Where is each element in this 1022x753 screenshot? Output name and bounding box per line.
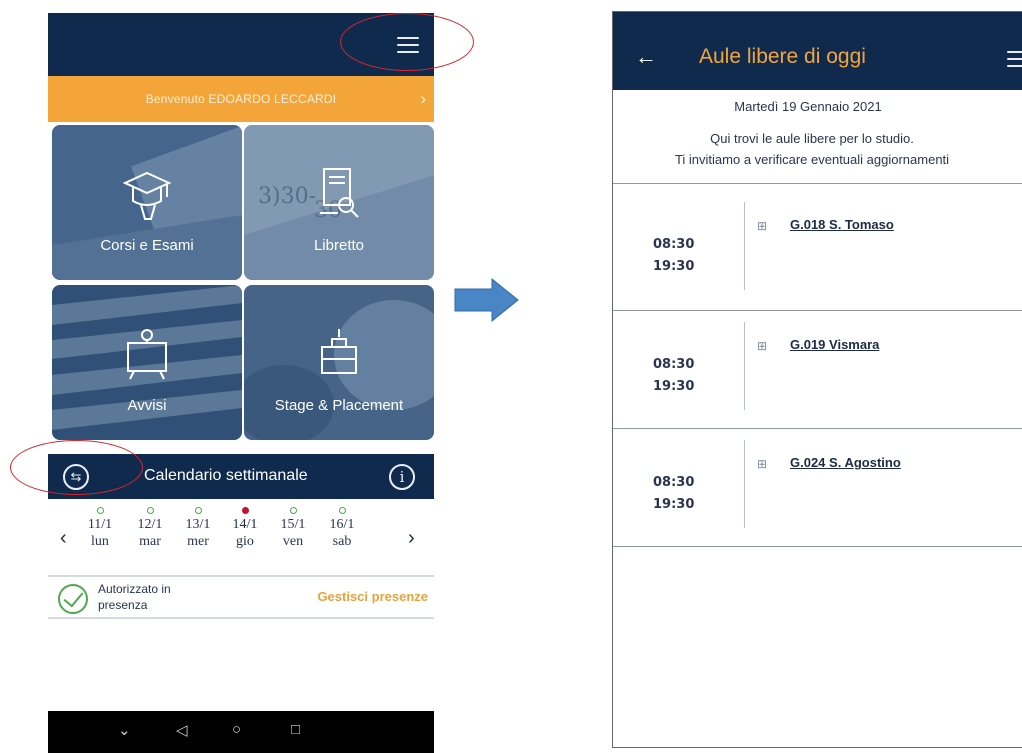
room-start-time: 08:30 [653,357,695,372]
notebook-search-icon [320,168,359,218]
room-times: 08:30 19:30 [653,354,694,398]
divider [744,202,745,290]
day-item[interactable]: 12/1 mar [130,507,170,550]
divider [744,440,745,528]
highlight-ellipse-timetable [10,440,143,495]
home-circle-icon[interactable]: ○ [232,721,241,738]
page-title: Aule libere di oggi [699,45,866,68]
day-name: lun [91,534,109,549]
manage-presence-link[interactable]: Gestisci presenze [317,589,428,604]
classrooms-screen: ← Aule libere di oggi Martedì 19 Gennaio… [612,11,1022,748]
room-row: 08:30 19:30 ⊞ G.019 Vismara [613,312,1022,430]
day-item[interactable]: 13/1 mer [178,507,218,550]
date-text: Martedì 19 Gennaio 2021 [734,99,882,114]
tile-label: Avvisi [127,397,167,414]
flow-arrow-icon [454,278,519,322]
divider [613,183,1022,184]
chevron-right-icon: › [420,89,426,108]
room-row: 08:30 19:30 ⊞ G.024 S. Agostino [613,430,1022,548]
recents-square-icon[interactable]: □ [291,721,300,738]
classroom-icon: ⊞ [757,457,768,471]
presence-row: Autorizzato in presenza Gestisci presenz… [48,575,434,619]
tile-libretto[interactable]: 3)30- 30 Libretto [244,125,434,280]
check-circle-icon [58,584,88,614]
chevron-down-icon[interactable]: ⌄ [118,721,131,739]
room-start-time: 08:30 [653,237,695,252]
home-screen: Benvenuto EDOARDO LECCARDI › Corsi e Esa… [48,13,434,753]
day-status-dot [194,507,202,514]
day-item[interactable]: 15/1 ven [273,507,313,550]
presence-status: Autorizzato in presenza [98,582,171,612]
day-date: 15/1 [280,517,306,532]
room-end-time: 19:30 [653,259,695,274]
info-text: Qui trovi le aule libere per lo studio. [710,131,914,146]
room-row: 08:30 19:30 ⊞ G.018 S. Tomaso [613,192,1022,310]
briefcase-tools-icon [321,329,357,374]
day-status-dot [96,507,104,514]
divider [613,310,1022,311]
tile-label: Stage & Placement [274,397,404,414]
day-item-current[interactable]: 14/1 gio [225,507,265,550]
day-status-dot [338,507,346,514]
tile-label: Libretto [313,237,365,254]
room-link[interactable]: G.019 Vismara [790,337,879,352]
day-item[interactable]: 11/1 lun [80,507,120,550]
highlight-ellipse-menu [340,13,474,71]
room-end-time: 19:30 [653,379,695,394]
chevron-left-icon[interactable]: ‹ [60,527,67,550]
divider [744,322,745,410]
week-days: ‹ 11/1 lun 12/1 mar 13/1 mer 14/1 gio 15… [48,503,434,571]
day-date: 16/1 [329,517,355,532]
day-name: gio [236,534,254,549]
day-date: 12/1 [137,517,163,532]
back-triangle-icon[interactable]: ◁ [176,721,188,739]
info-icon[interactable]: i [389,464,415,490]
classroom-icon: ⊞ [757,339,768,353]
welcome-banner[interactable]: Benvenuto EDOARDO LECCARDI › [48,76,434,122]
day-name: mar [139,534,161,549]
classroom-icon: ⊞ [757,219,768,233]
day-name: mer [187,534,209,549]
room-times: 08:30 19:30 [653,472,694,516]
classrooms-top-bar: ← Aule libere di oggi [613,12,1022,90]
room-link[interactable]: G.018 S. Tomaso [790,217,894,232]
day-name: sab [332,534,352,549]
day-date: 14/1 [232,517,258,532]
back-arrow-icon[interactable]: ← [635,44,657,70]
android-nav-bar: ⌄ ◁ ○ □ [48,711,434,753]
tile-label: Corsi e Esami [100,237,194,254]
divider [613,428,1022,429]
calendar-title: Calendario settimanale [144,467,308,484]
graduation-cap-icon [122,171,172,220]
room-end-time: 19:30 [653,497,695,512]
day-status-dot [289,507,297,514]
divider [613,546,1022,547]
tile-corsi-esami[interactable]: Corsi e Esami [52,125,242,280]
day-name: ven [282,534,304,549]
day-status-dot [241,507,249,514]
info-text: Ti invitiamo a verificare eventuali aggi… [674,152,950,167]
welcome-text: Benvenuto EDOARDO LECCARDI [145,92,337,106]
day-status-dot [146,507,154,514]
tile-stage-placement[interactable]: Stage & Placement [244,285,434,440]
tile-avvisi[interactable]: Avvisi [52,285,242,440]
room-times: 08:30 19:30 [653,234,694,278]
chevron-right-icon[interactable]: › [408,527,415,550]
room-start-time: 08:30 [653,475,695,490]
hamburger-menu-icon[interactable] [1007,51,1022,67]
day-date: 13/1 [185,517,211,532]
room-link[interactable]: G.024 S. Agostino [790,455,901,470]
day-date: 11/1 [87,517,113,532]
day-item[interactable]: 16/1 sab [322,507,362,550]
board-notice-icon [127,329,167,380]
